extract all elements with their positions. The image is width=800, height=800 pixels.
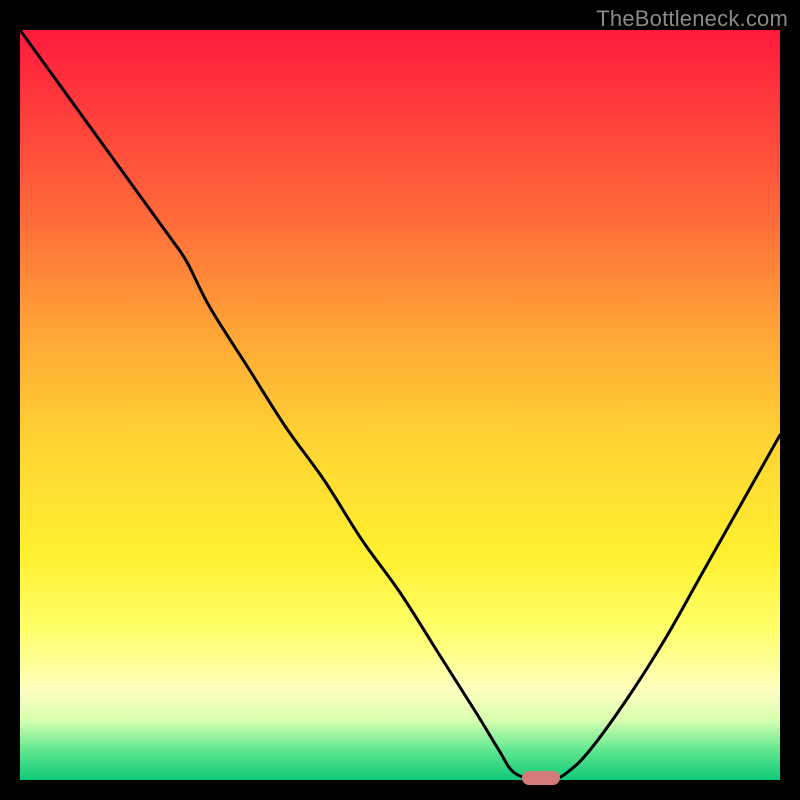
watermark-text: TheBottleneck.com — [596, 6, 788, 32]
bottleneck-curve — [20, 30, 780, 780]
plot-area — [20, 30, 780, 780]
optimum-marker — [522, 771, 560, 785]
chart-frame: TheBottleneck.com — [0, 0, 800, 800]
